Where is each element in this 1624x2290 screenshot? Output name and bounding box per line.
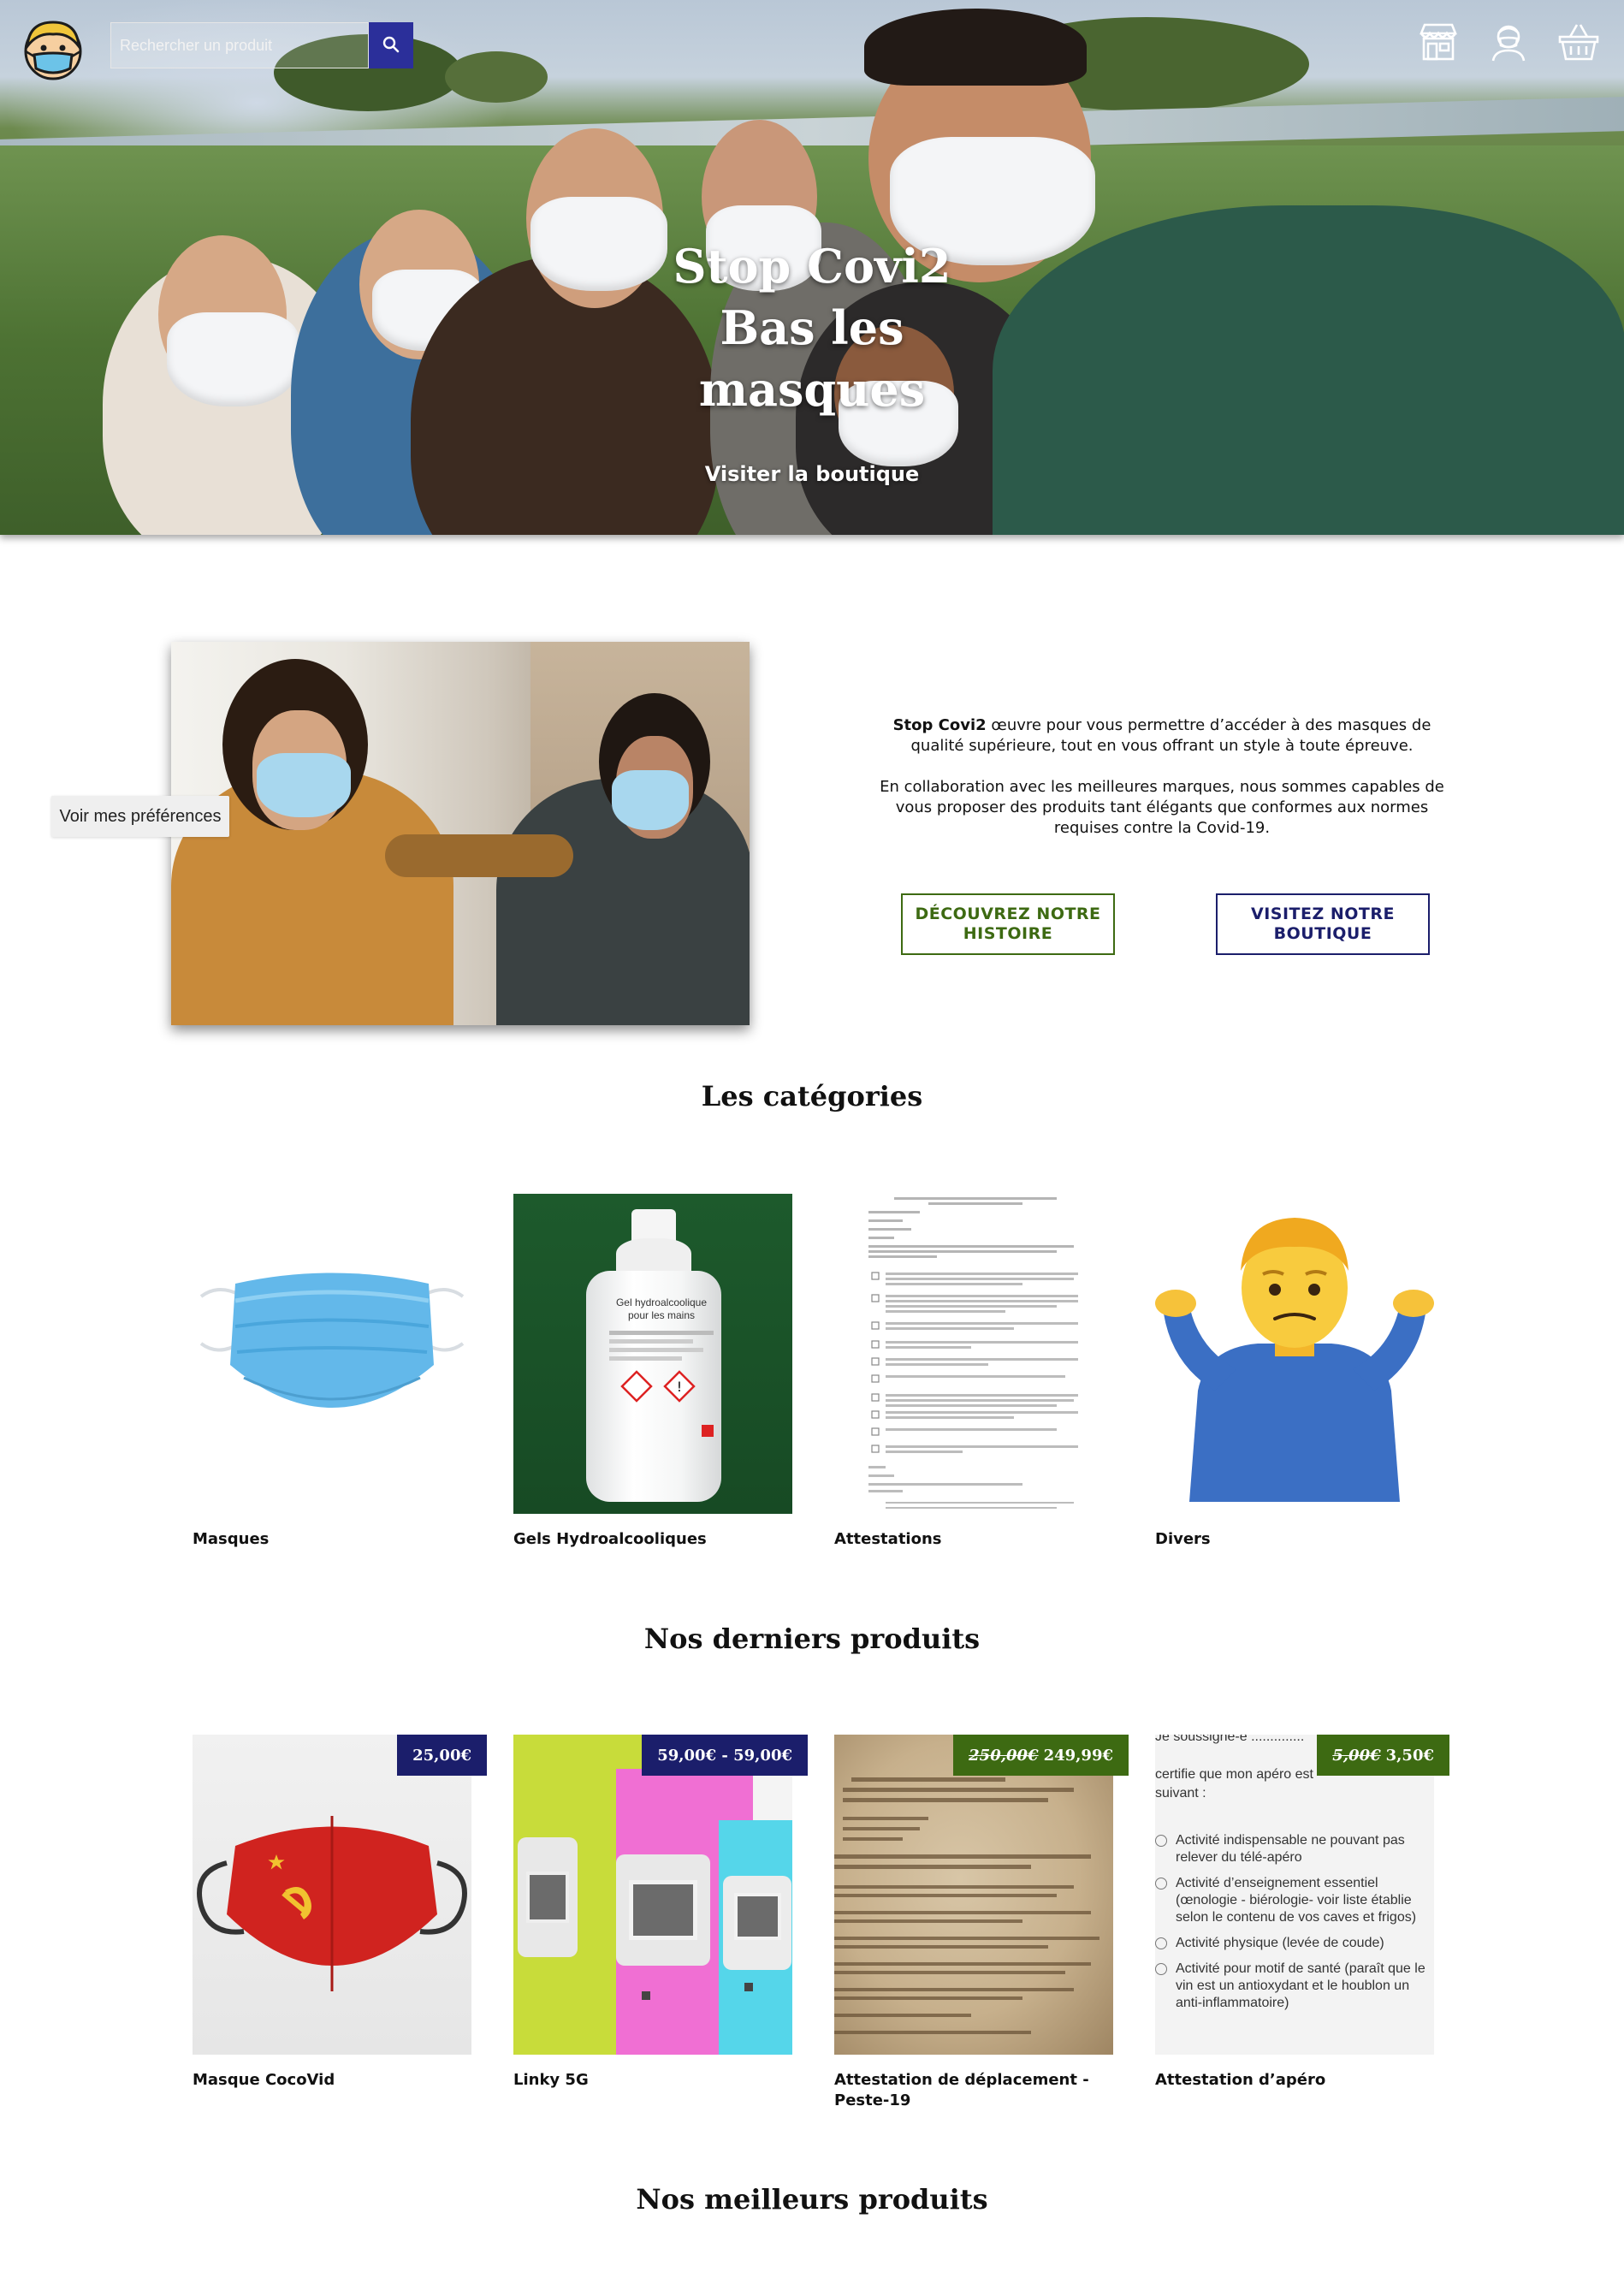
product-card[interactable]: Je soussigné-e .............. certifie q…: [1155, 1735, 1449, 2091]
product-label: Attestation de déplacement - Peste-19: [834, 2071, 1089, 2109]
category-image-gels: Gel hydroalcoolique pour les mains !: [513, 1194, 792, 1514]
hero-title: Stop Covi2 Bas les masques: [0, 235, 1624, 420]
shrugging-man-icon: [1155, 1218, 1434, 1502]
about-paragraph: En collaboration avec les meilleures mar…: [880, 778, 1444, 837]
store-icon[interactable]: [1415, 19, 1461, 65]
price: 249,99€: [1043, 1746, 1113, 1765]
product-card[interactable]: 250,00€ 249,99€ Attestation de déplacemen…: [834, 1735, 1129, 2111]
search-icon: [381, 34, 401, 57]
gel-label-line: Gel hydroalcoolique: [615, 1296, 708, 1308]
hero-hair: [864, 9, 1087, 86]
search-button[interactable]: [369, 22, 413, 68]
apero-option: Activité physique (levée de coude): [1176, 1936, 1384, 1950]
gel-label-text: Gel hydroalcoolique pour les mains: [609, 1296, 714, 1322]
category-label: Masques: [193, 1530, 270, 1548]
discover-story-button[interactable]: DÉCOUVREZ NOTRE HISTOIRE: [901, 893, 1115, 955]
hero-title-line: Stop Covi2: [673, 239, 951, 294]
category-image-masks: [193, 1194, 471, 1514]
brand-name: Stop Covi2: [892, 716, 987, 734]
product-image-cocovid-mask: 25,00€: [193, 1735, 487, 2055]
product-label: Attestation d’apéro: [1155, 2071, 1326, 2089]
apero-form-text: suivant :: [1155, 1786, 1206, 1801]
hero-title-line: Bas les: [720, 300, 904, 355]
about-paragraph-text: œuvre pour vous permettre d’accéder à de…: [910, 716, 1431, 755]
price-tag: 250,00€ 249,99€: [953, 1735, 1129, 1776]
price-tag: 5,00€ 3,50€: [1317, 1735, 1449, 1776]
best-products-title: Nos meilleurs produits: [636, 2183, 988, 2216]
search-input[interactable]: [110, 22, 369, 68]
category-label: Attestations: [834, 1530, 942, 1548]
user-account-icon[interactable]: [1485, 19, 1532, 65]
price-tag: 59,00€ - 59,00€: [642, 1735, 808, 1776]
category-card[interactable]: Attestations: [834, 1194, 1113, 1550]
hero-trees: [445, 51, 548, 103]
latest-products-title: Nos derniers produits: [643, 1623, 981, 1655]
product-image-attestation-apero: Je soussigné-e .............. certifie q…: [1155, 1735, 1449, 2055]
product-label: Masque CocoVid: [193, 2071, 335, 2089]
category-label: Divers: [1155, 1530, 1211, 1548]
about-image: [171, 642, 750, 1025]
visit-shop-button[interactable]: VISITEZ NOTRE BOUTIQUE: [1216, 893, 1430, 955]
product-card[interactable]: 25,00€ Masque CocoVid: [193, 1735, 487, 2091]
cart-basket-icon[interactable]: [1556, 19, 1602, 65]
price: 59,00€ - 59,00€: [657, 1746, 792, 1765]
product-label: Linky 5G: [513, 2071, 589, 2089]
about-text: Stop Covi2 œuvre pour vous permettre d’a…: [880, 715, 1444, 839]
category-card[interactable]: Masques: [193, 1194, 471, 1550]
radio-icon: [1155, 1835, 1167, 1847]
svg-text:!: !: [677, 1379, 682, 1395]
apero-form-text: Je soussigné-e ..............: [1155, 1735, 1305, 1744]
site-logo[interactable]: [21, 17, 86, 82]
about-paragraph: Stop Covi2 œuvre pour vous permettre d’a…: [880, 715, 1444, 756]
price-tag: 25,00€: [397, 1735, 487, 1776]
radio-icon: [1155, 1963, 1167, 1975]
category-image-attestations: [834, 1194, 1113, 1514]
apero-option: Activité indispensable ne pouvant pas re…: [1176, 1833, 1405, 1865]
category-image-misc: [1155, 1194, 1434, 1514]
product-image-linky: 59,00€ - 59,00€: [513, 1735, 808, 2055]
category-card[interactable]: Gel hydroalcoolique pour les mains ! Gels…: [513, 1194, 792, 1550]
apero-option: Activité pour motif de santé (paraît que…: [1176, 1961, 1425, 2010]
category-card[interactable]: Divers: [1155, 1194, 1434, 1550]
radio-icon: [1155, 1878, 1167, 1890]
preferences-button[interactable]: Voir mes préférences: [51, 796, 229, 837]
apero-option: Activité d’enseignement essentiel (œnolo…: [1176, 1876, 1417, 1925]
category-label: Gels Hydroalcooliques: [513, 1530, 707, 1548]
product-image-attestation-peste: 250,00€ 249,99€: [834, 1735, 1129, 2055]
product-card[interactable]: 59,00€ - 59,00€ Linky 5G: [513, 1735, 808, 2091]
header-icons: [1415, 19, 1602, 65]
price: 3,50€: [1385, 1746, 1434, 1765]
categories-title: Les catégories: [701, 1080, 923, 1112]
gel-label-line: pour les mains: [627, 1309, 696, 1321]
search-bar: [110, 22, 413, 68]
radio-icon: [1155, 1937, 1167, 1949]
hero-title-line: masques: [698, 362, 926, 417]
old-price: 5,00€: [1332, 1746, 1381, 1765]
old-price: 250,00€: [969, 1746, 1039, 1765]
apero-form-text: certifie que mon apéro est: [1155, 1767, 1313, 1782]
visit-shop-link[interactable]: Visiter la boutique: [0, 462, 1624, 486]
price: 25,00€: [412, 1746, 471, 1765]
